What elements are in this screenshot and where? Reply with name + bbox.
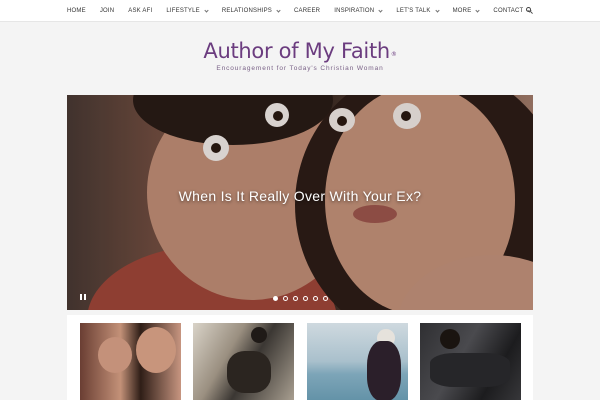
chevron-down-icon bbox=[276, 7, 281, 13]
slider-pagination bbox=[273, 296, 333, 301]
chevron-down-icon bbox=[378, 7, 383, 13]
post-card-thumbnail[interactable] bbox=[307, 323, 408, 400]
post-card-thumbnail[interactable] bbox=[80, 323, 181, 400]
site-logo[interactable]: Author of My Faith® Encouragement for To… bbox=[0, 38, 600, 72]
nav-label: HOME bbox=[67, 8, 86, 14]
search-icon-handle bbox=[530, 11, 533, 14]
slide-title[interactable]: When Is It Really Over With Your Ex? bbox=[67, 188, 533, 204]
nav-item-home[interactable]: HOME bbox=[67, 8, 86, 14]
featured-slider[interactable]: When Is It Really Over With Your Ex? bbox=[67, 95, 533, 310]
slider-dot[interactable] bbox=[293, 296, 298, 301]
registered-mark: ® bbox=[390, 51, 397, 58]
nav-item-inspiration[interactable]: INSPIRATION bbox=[334, 7, 383, 14]
slider-dot[interactable] bbox=[273, 296, 278, 301]
main-menu: HOME JOIN ASK AFI LIFESTYLE RELATIONSHIP… bbox=[67, 0, 545, 22]
chevron-down-icon bbox=[434, 7, 440, 13]
nav-item-career[interactable]: CAREER bbox=[294, 8, 320, 14]
nav-item-ask-afi[interactable]: ASK AFI bbox=[128, 8, 152, 14]
nav-item-more[interactable]: MORE bbox=[452, 7, 481, 14]
site-title-text: Author of My Faith bbox=[203, 39, 390, 63]
post-card-thumbnail[interactable] bbox=[193, 323, 294, 400]
slider-dot[interactable] bbox=[283, 296, 288, 301]
post-card-thumbnail[interactable] bbox=[420, 323, 521, 400]
post-cards bbox=[67, 315, 533, 400]
nav-label: CONTACT bbox=[493, 8, 524, 14]
search-icon[interactable] bbox=[526, 7, 533, 14]
top-navigation: HOME JOIN ASK AFI LIFESTYLE RELATIONSHIP… bbox=[0, 0, 600, 22]
nav-label: LET'S TALK bbox=[396, 8, 431, 14]
slider-dot[interactable] bbox=[323, 296, 328, 301]
pause-icon[interactable] bbox=[80, 294, 86, 300]
site-title: Author of My Faith® bbox=[0, 38, 600, 64]
nav-label: RELATIONSHIPS bbox=[221, 8, 273, 14]
chevron-down-icon bbox=[204, 7, 209, 13]
nav-label: CAREER bbox=[294, 8, 321, 14]
nav-label: LIFESTYLE bbox=[166, 8, 200, 14]
site-tagline: Encouragement for Today's Christian Woma… bbox=[216, 65, 384, 72]
chevron-down-icon bbox=[475, 7, 481, 13]
slider-dot[interactable] bbox=[303, 296, 308, 301]
nav-item-join[interactable]: JOIN bbox=[100, 8, 114, 14]
nav-label: JOIN bbox=[99, 8, 115, 14]
nav-item-lifestyle[interactable]: LIFESTYLE bbox=[166, 7, 209, 14]
nav-item-lets-talk[interactable]: LET'S TALK bbox=[396, 7, 440, 14]
nav-label: MORE bbox=[452, 8, 472, 14]
nav-label: INSPIRATION bbox=[334, 8, 375, 14]
slider-dot[interactable] bbox=[313, 296, 318, 301]
nav-label: ASK AFI bbox=[128, 8, 153, 14]
nav-item-relationships[interactable]: RELATIONSHIPS bbox=[221, 7, 281, 14]
